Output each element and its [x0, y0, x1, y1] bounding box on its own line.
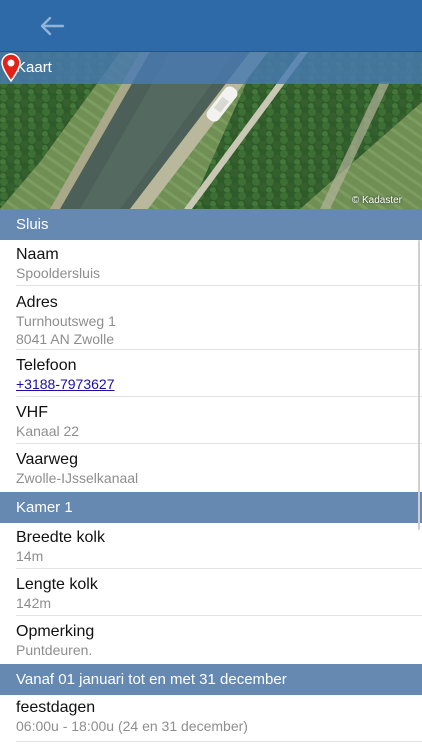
scrollbar[interactable]	[418, 240, 420, 530]
list-item-opmerking: Opmerking Puntdeuren.	[0, 616, 422, 664]
section-header-sluis: Sluis	[0, 209, 422, 240]
row-value: 14m	[16, 548, 44, 564]
row-label: Adres	[16, 294, 58, 311]
row-value: Kanaal 22	[16, 423, 80, 439]
phone-link[interactable]: +3188-7973627	[16, 375, 422, 393]
list-item-vaarweg: Vaarweg Zwolle-IJsselkanaal	[0, 444, 422, 492]
map-attribution: © Kadaster	[351, 195, 402, 206]
list-item-breedte-kolk: Breedte kolk 14m	[0, 523, 422, 569]
list-item-naam: Naam Spooldersluis	[0, 240, 422, 286]
row-label: Breedte kolk	[16, 529, 105, 546]
row-value: Spooldersluis	[16, 265, 101, 281]
map-view[interactable]: Kaart © Kadaster	[0, 52, 422, 209]
row-value-line2: 8041 AN Zwolle	[16, 331, 115, 347]
section-header-period: Vanaf 01 januari tot en met 31 december	[0, 664, 422, 695]
divider	[16, 741, 422, 742]
arrow-left-icon	[40, 16, 65, 36]
map-header: Kaart	[0, 52, 422, 84]
row-label: feestdagen	[16, 699, 96, 716]
list-item-lengte-kolk: Lengte kolk 142m	[0, 569, 422, 616]
row-value: Zwolle-IJsselkanaal	[16, 470, 139, 486]
top-bar	[0, 0, 422, 52]
row-label: Naam	[16, 246, 59, 263]
section-header-kamer: Kamer 1	[0, 492, 422, 523]
row-label: Opmerking	[16, 623, 95, 640]
row-label: Telefoon	[16, 357, 77, 374]
map-pin-icon[interactable]	[0, 52, 22, 82]
row-label: Vaarweg	[16, 451, 78, 468]
row-value-line1: Turnhoutsweg 1	[16, 313, 116, 329]
row-label: Lengte kolk	[16, 576, 98, 593]
row-value: Puntdeuren.	[16, 642, 93, 658]
row-value: 06:00u - 18:00u (24 en 31 december)	[16, 718, 248, 734]
list-item-vhf: VHF Kanaal 22	[0, 397, 422, 444]
back-button[interactable]	[32, 8, 72, 44]
list-item-adres: Adres Turnhoutsweg 1 8041 AN Zwolle	[0, 286, 422, 349]
row-value: 142m	[16, 595, 52, 611]
row-label: VHF	[16, 404, 48, 421]
list-item-telefoon: Telefoon +3188-7973627	[0, 350, 422, 397]
